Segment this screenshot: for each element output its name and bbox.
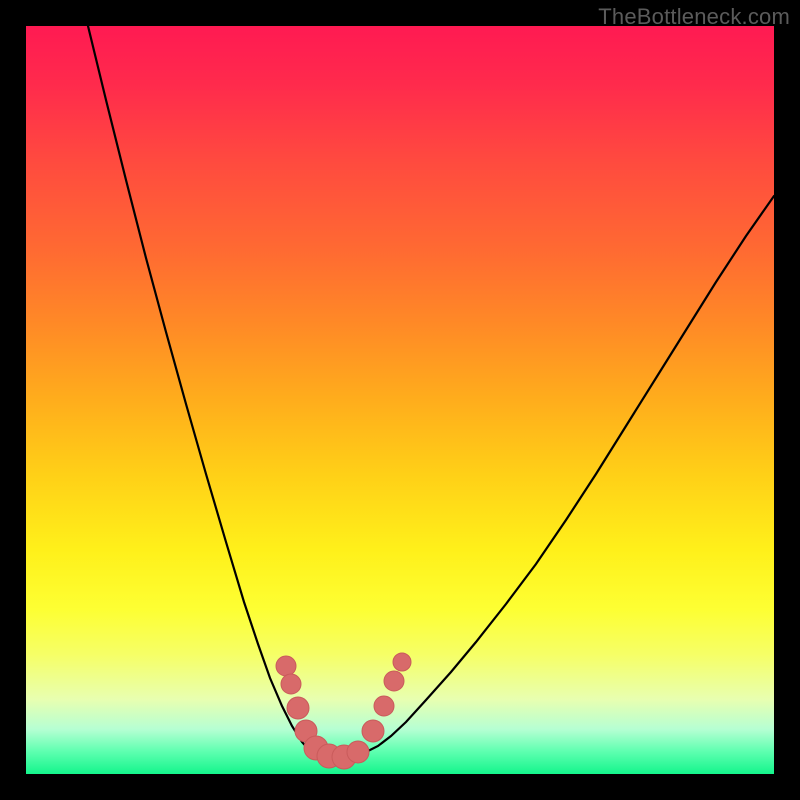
- chart-svg: [26, 26, 774, 774]
- marker-group: [276, 653, 411, 769]
- marker-dot: [384, 671, 404, 691]
- marker-dot: [393, 653, 411, 671]
- marker-dot: [347, 741, 369, 763]
- chart-frame: TheBottleneck.com: [0, 0, 800, 800]
- curve-group: [88, 26, 774, 758]
- marker-dot: [276, 656, 296, 676]
- marker-dot: [281, 674, 301, 694]
- marker-dot: [287, 697, 309, 719]
- marker-dot: [362, 720, 384, 742]
- plot-area: [26, 26, 774, 774]
- marker-dot: [374, 696, 394, 716]
- series-right-curve: [366, 196, 774, 752]
- series-left-curve: [88, 26, 311, 752]
